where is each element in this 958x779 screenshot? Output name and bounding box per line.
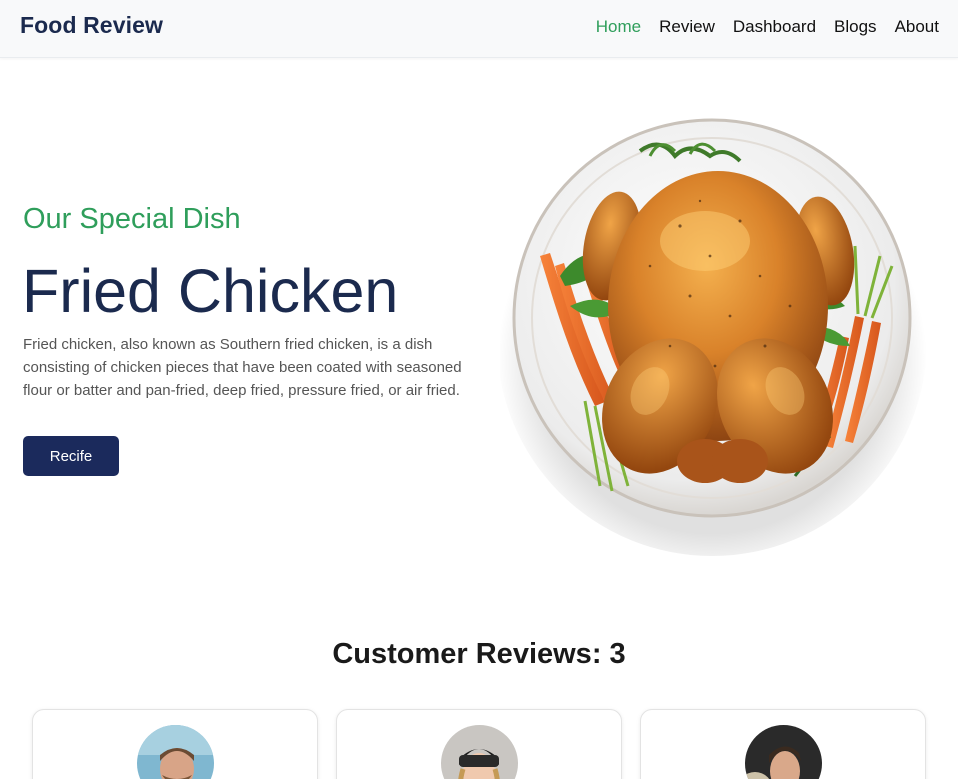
review-card xyxy=(640,709,926,779)
fried-chicken-image xyxy=(497,106,930,556)
navbar: Food Review Home Review Dashboard Blogs … xyxy=(0,0,958,58)
woman-in-beanie-avatar xyxy=(441,725,518,779)
review-card xyxy=(32,709,318,779)
nav-links: Home Review Dashboard Blogs About xyxy=(596,17,939,37)
reviews-heading: Customer Reviews: 3 xyxy=(332,638,626,670)
recipe-button[interactable]: Recife xyxy=(23,436,119,476)
nav-link-blogs[interactable]: Blogs xyxy=(834,17,877,37)
hero-title: Fried Chicken xyxy=(22,257,399,325)
nav-link-about[interactable]: About xyxy=(895,17,939,37)
hero-description: Fried chicken, also known as Southern fr… xyxy=(23,336,462,399)
brand-logo[interactable]: Food Review xyxy=(20,12,163,39)
nav-link-dashboard[interactable]: Dashboard xyxy=(733,17,816,37)
young-man-avatar xyxy=(745,725,822,779)
bearded-man-avatar xyxy=(137,725,214,779)
nav-link-home[interactable]: Home xyxy=(596,17,641,37)
review-card xyxy=(336,709,622,779)
nav-link-review[interactable]: Review xyxy=(659,17,715,37)
hero-kicker: Our Special Dish xyxy=(23,203,241,235)
